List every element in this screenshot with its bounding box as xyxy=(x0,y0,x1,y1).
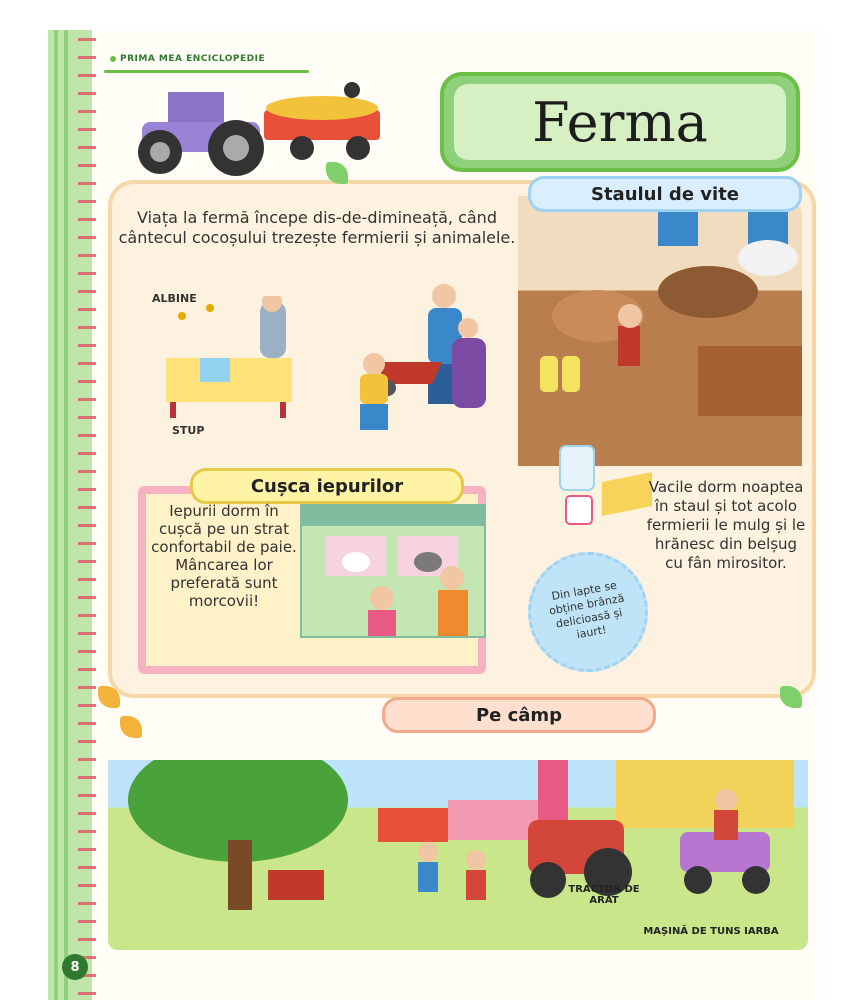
hutch-illustration xyxy=(300,504,486,638)
stall-text: Vacile dorm noaptea în staul și tot acol… xyxy=(646,478,806,572)
tractor-illustration xyxy=(138,82,380,176)
margin-loops xyxy=(78,30,96,1000)
page-number: 8 xyxy=(62,954,88,980)
intro-text: Viața la fermă începe dis-de-dimineață, … xyxy=(118,208,516,247)
beehive-illustration xyxy=(166,296,292,418)
heading-stall: Staulul de vite xyxy=(528,176,802,212)
series-title: PRIMA MEA ENCICLOPEDIE xyxy=(110,54,265,64)
farmers-illustration xyxy=(360,284,486,430)
label-hive: STUP xyxy=(172,424,205,437)
label-mower: MAȘINĂ DE TUNS IARBA xyxy=(643,926,779,937)
heading-rabbits: Cușca iepurilor xyxy=(190,468,464,504)
dairy-bubble: Din lapte se obține brânză delicioasă și… xyxy=(528,552,648,672)
title-box: Ferma xyxy=(440,72,800,172)
page-title: Ferma xyxy=(532,90,708,154)
rabbits-text: Iepurii dorm în cușcă pe un strat confor… xyxy=(151,502,297,610)
series-underline xyxy=(104,70,309,73)
label-tractor: TRACTOR DE ARAT xyxy=(568,884,640,906)
field-illustration xyxy=(108,760,808,950)
barn-illustration xyxy=(518,196,802,466)
heading-field: Pe câmp xyxy=(382,697,656,733)
